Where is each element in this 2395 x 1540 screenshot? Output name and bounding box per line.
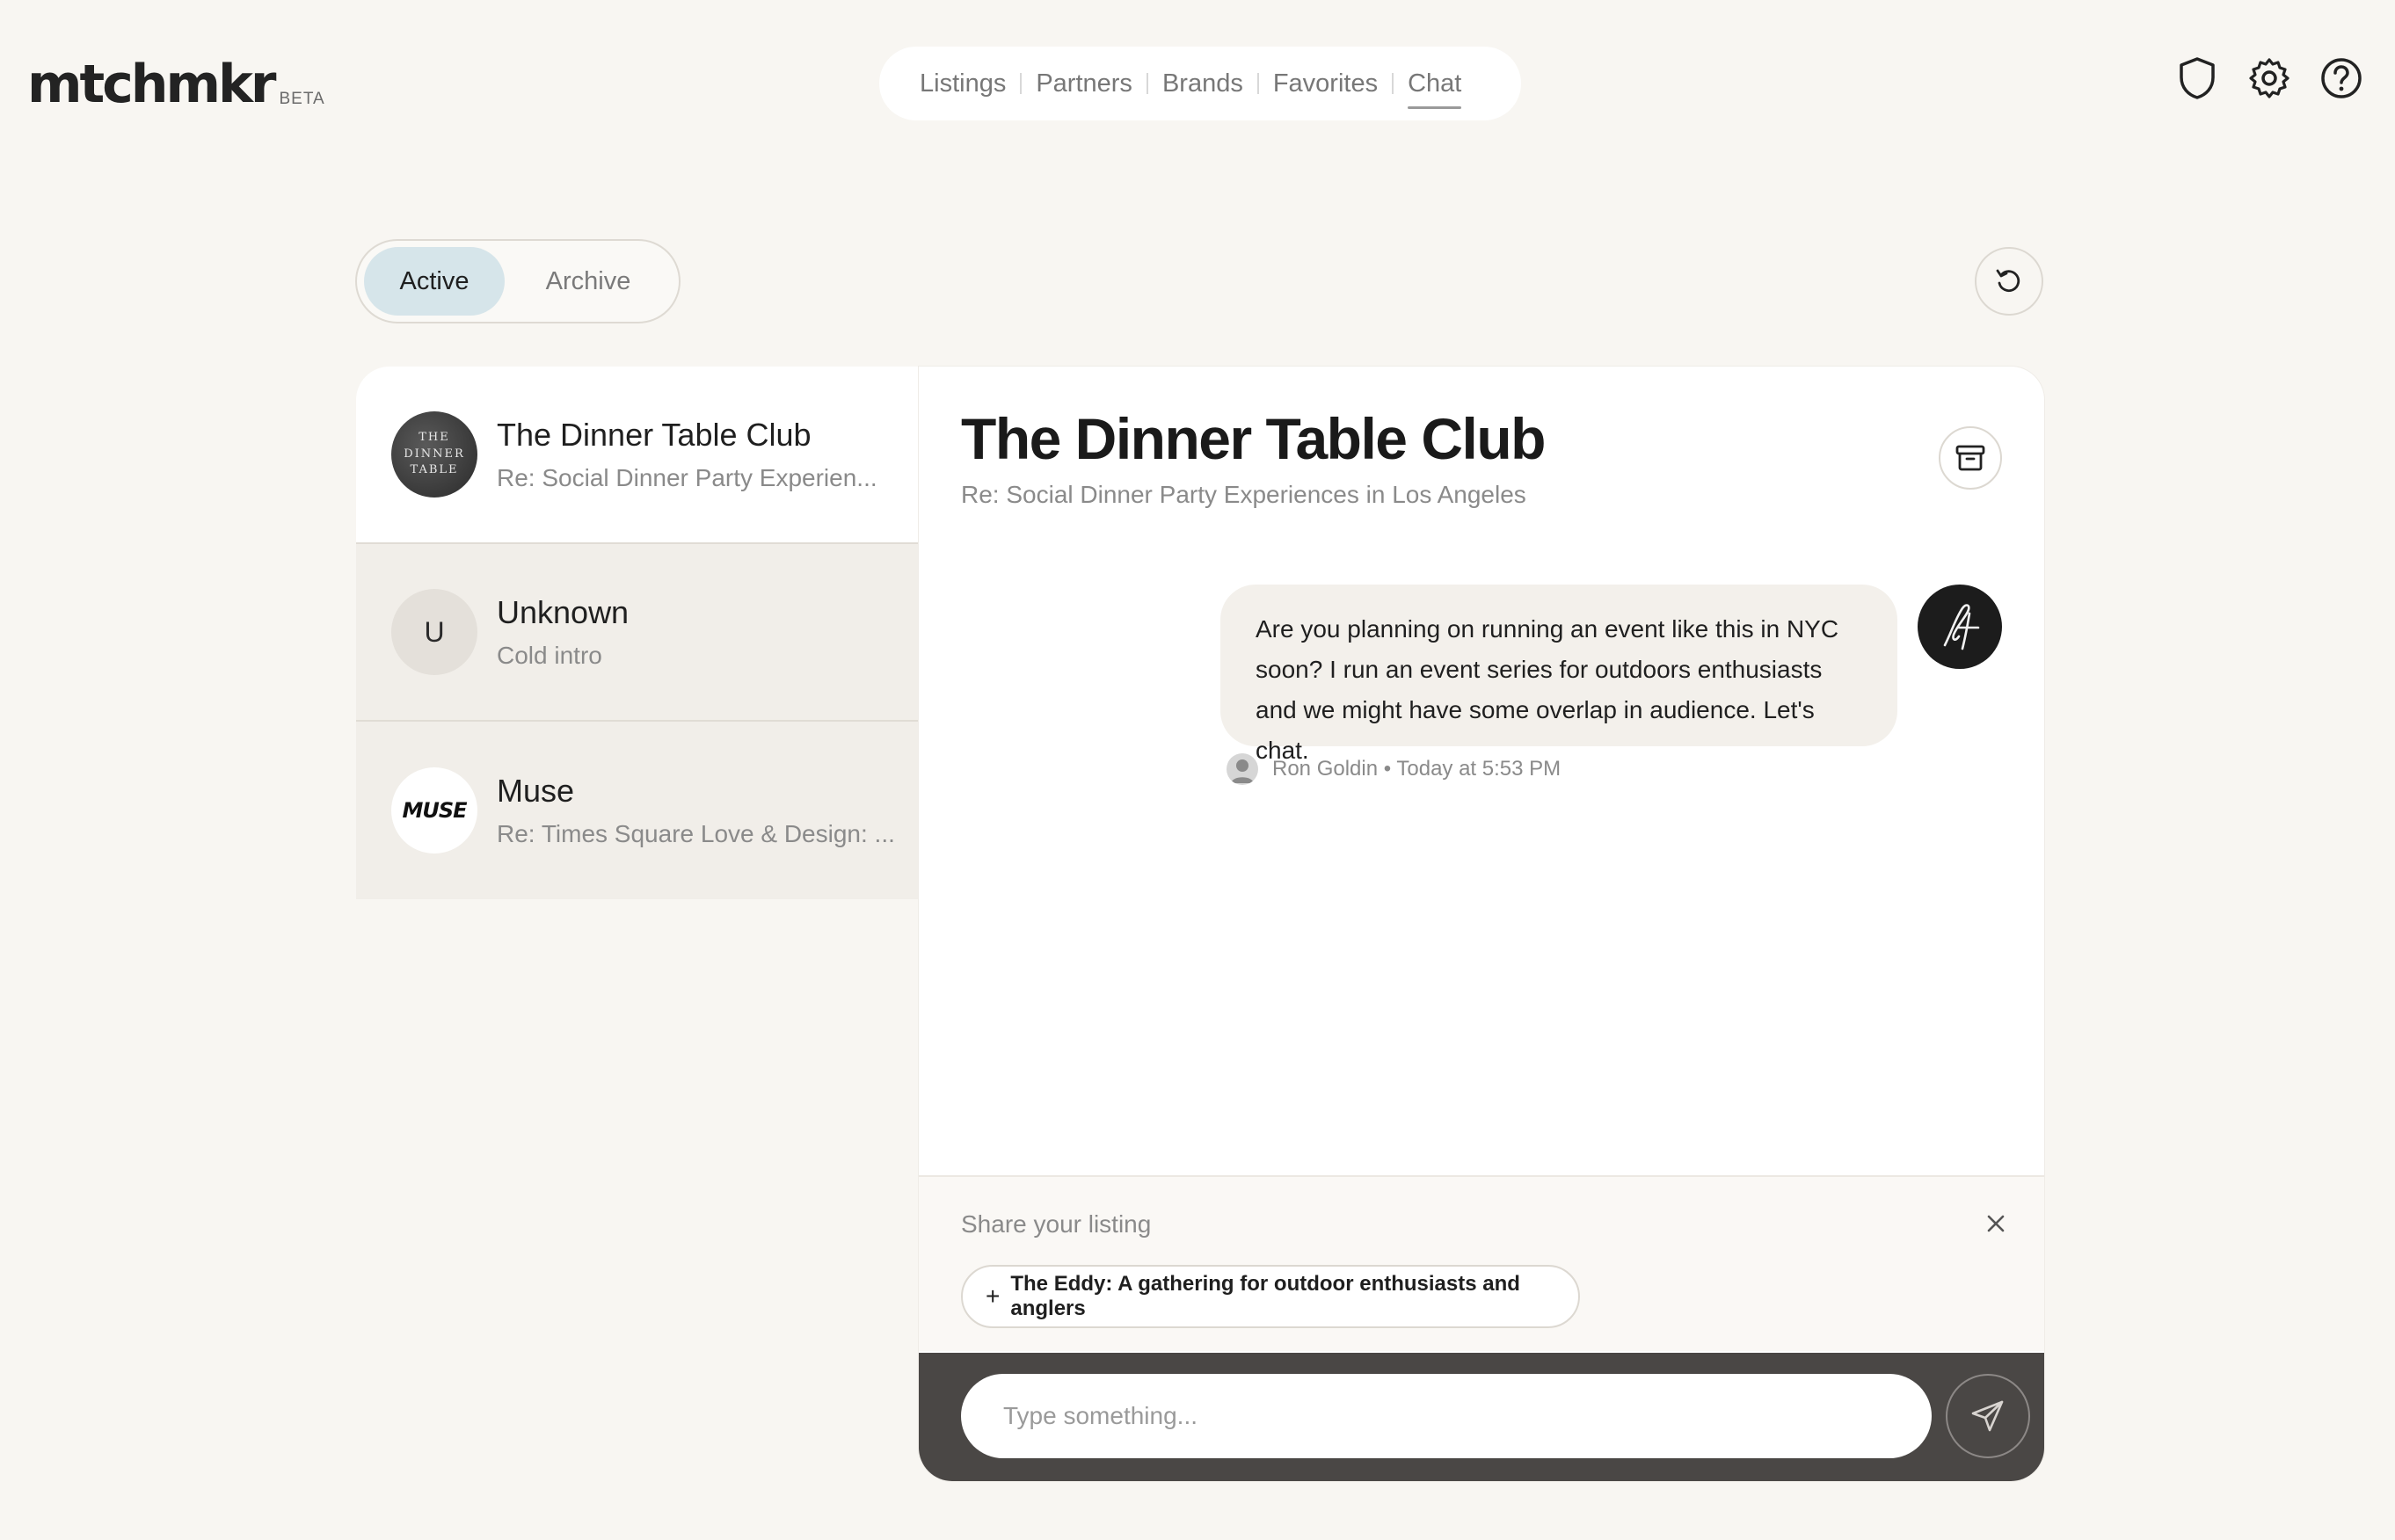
conversation-name: The Dinner Table Club [497,417,812,453]
avatar [1227,753,1258,785]
gear-icon[interactable] [2247,56,2291,100]
refresh-button[interactable] [1975,247,2043,316]
avatar: U [391,589,477,675]
conversation-item[interactable]: THE DINNER TABLE The Dinner Table Club R… [356,367,919,544]
avatar: THE DINNER TABLE [391,411,477,498]
conversation-list: THE DINNER TABLE The Dinner Table Club R… [356,367,919,899]
listing-name: The Eddy: A gathering for outdoor enthus… [1010,1272,1520,1320]
avatar-label: MUSE [402,798,467,823]
plus-icon: + [986,1282,1001,1310]
person-icon [1231,759,1254,783]
message-meta: Ron Goldin • Today at 5:53 PM [1227,753,1561,785]
avatar-label: THE DINNER TABLE [404,430,465,477]
archive-icon [1955,445,1985,471]
brand-logo[interactable]: mtchmkr BETA [27,58,325,111]
conversation-subtitle: Cold intro [497,642,602,669]
conversation-subtitle: Re: Social Dinner Party Experien... [497,464,877,491]
send-button[interactable] [1946,1374,2030,1458]
help-icon[interactable] [2319,56,2363,100]
chat-title: The Dinner Table Club [961,406,1546,471]
signature-logo-icon [1943,604,1980,650]
conversation-name: Unknown [497,594,630,630]
beta-badge: BETA [279,90,325,108]
share-listing-chip[interactable]: + The Eddy: A gathering for outdoor enth… [961,1265,1580,1328]
header-actions [2175,56,2363,100]
archive-button[interactable] [1939,426,2002,490]
chat-subtitle: Re: Social Dinner Party Experiences in L… [961,481,1526,508]
conversation-tabs: Active Archive [355,239,681,323]
conversation-item[interactable]: MUSE Muse Re: Times Square Love & Design… [356,722,919,899]
brand-name: mtchmkr [27,54,276,115]
conversation-name: Muse [497,773,575,809]
close-icon[interactable] [1981,1209,2011,1239]
nav-brands[interactable]: Brands [1148,69,1257,98]
chat-panel: The Dinner Table Club Re: Social Dinner … [919,367,2044,1481]
share-listing-panel: Share your listing + The Eddy: A gatheri… [919,1175,2044,1351]
conversation-subtitle: Re: Times Square Love & Design: ... [497,820,895,847]
shield-icon[interactable] [2175,56,2219,100]
conversation-item[interactable]: U Unknown Cold intro [356,544,919,722]
share-label: Share your listing [961,1210,1152,1238]
nav-partners[interactable]: Partners [1022,69,1147,98]
refresh-icon [1996,269,2020,292]
message-composer [919,1353,2044,1481]
main-nav: Listings Partners Brands Favorites Chat [879,47,1521,120]
nav-listings[interactable]: Listings [906,69,1020,98]
nav-chat[interactable]: Chat [1394,69,1475,109]
nav-favorites[interactable]: Favorites [1259,69,1392,98]
message-author-time: Ron Goldin • Today at 5:53 PM [1272,757,1561,781]
message-bubble: Are you planning on running an event lik… [1220,585,1897,764]
sender-avatar [1918,585,2002,669]
tab-active[interactable]: Active [364,247,505,316]
send-icon [1971,1400,2004,1432]
message-input[interactable] [961,1374,1932,1458]
avatar: MUSE [391,767,477,854]
tab-archive[interactable]: Archive [505,247,672,316]
